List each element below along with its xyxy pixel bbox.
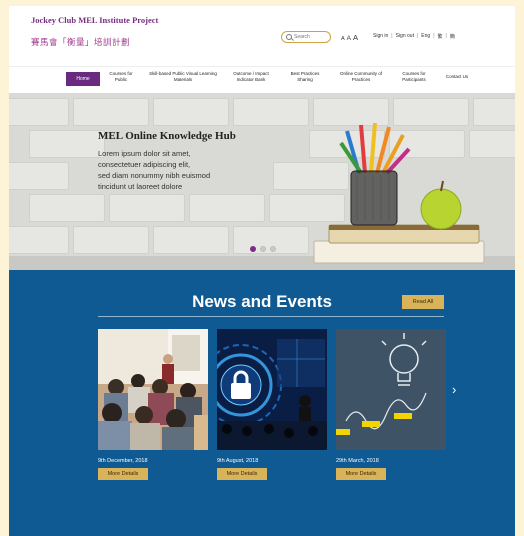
lang-sc-link[interactable]: 簡 xyxy=(450,33,455,40)
slider-dots xyxy=(250,246,276,252)
news-card-image-classroom[interactable] xyxy=(98,329,208,450)
brick xyxy=(233,98,309,126)
hero-body-line: tincidunt ut laoreet dolore xyxy=(98,182,183,191)
brick xyxy=(29,194,105,222)
link-separator: | xyxy=(391,33,393,39)
sign-out-link[interactable]: Sign out xyxy=(396,33,414,40)
logo-chinese[interactable]: 賽馬會「衡量」培訓計劃 xyxy=(31,36,130,48)
slider-dot-1[interactable] xyxy=(250,246,256,252)
nav-item-home[interactable]: Home xyxy=(66,72,100,86)
sign-in-link[interactable]: Sign in xyxy=(373,33,388,40)
more-details-button[interactable]: More Details xyxy=(217,468,267,480)
nav-item-courses-public[interactable]: Courses for Public xyxy=(104,71,138,83)
brick xyxy=(153,226,229,254)
brick xyxy=(109,194,185,222)
nav-item-contact-us[interactable]: Contact Us xyxy=(439,74,475,80)
apple-icon xyxy=(420,180,462,230)
brick xyxy=(9,162,69,190)
pencil-cup-icon xyxy=(339,122,411,226)
news-card[interactable]: 9th August, 2018 More Details xyxy=(217,329,327,480)
brick xyxy=(29,130,105,158)
main-nav: Home Courses for Public Skill-based Publ… xyxy=(9,66,515,94)
news-card-date: 9th December, 2018 xyxy=(98,458,148,464)
news-card[interactable]: 29th March, 2018 More Details xyxy=(336,329,446,480)
slider-dot-2[interactable] xyxy=(260,246,266,252)
news-card[interactable]: 9th December, 2018 More Details xyxy=(98,329,208,480)
hero-text-block: MEL Online Knowledge Hub Lorem ipsum dol… xyxy=(98,130,278,192)
brick xyxy=(9,226,69,254)
hero-body: Lorem ipsum dolor sit amet, consectetuer… xyxy=(98,148,278,192)
next-arrow-icon[interactable]: › xyxy=(452,382,456,397)
font-size-medium[interactable]: A xyxy=(347,35,351,42)
news-card-image-idea[interactable] xyxy=(336,329,446,450)
more-details-button[interactable]: More Details xyxy=(98,468,148,480)
books-icon xyxy=(313,224,485,264)
lang-tc-link[interactable]: 繁 xyxy=(438,33,443,40)
read-all-button[interactable]: Read All xyxy=(402,295,444,309)
brick xyxy=(9,98,69,126)
news-section: News and Events Read All 9th December, 2… xyxy=(9,270,515,536)
font-size-large[interactable]: A xyxy=(353,33,358,42)
news-divider xyxy=(98,316,444,317)
slider-dot-3[interactable] xyxy=(270,246,276,252)
font-size-small[interactable]: A xyxy=(341,36,345,42)
brick xyxy=(73,98,149,126)
nav-item-visual-learning[interactable]: Skill-based Public Visual Learning Mater… xyxy=(147,71,219,83)
link-separator: | xyxy=(416,33,419,39)
header-links: Sign in | Sign out | Eng | 繁 | 簡 xyxy=(373,33,455,40)
link-separator: | xyxy=(433,33,435,39)
hero-title: MEL Online Knowledge Hub xyxy=(98,130,236,142)
hero-body-line: Lorem ipsum dolor sit amet, xyxy=(98,149,191,158)
search-icon[interactable] xyxy=(286,34,292,40)
hero-banner: MEL Online Knowledge Hub Lorem ipsum dol… xyxy=(9,93,515,270)
news-card-date: 9th August, 2018 xyxy=(217,458,259,464)
font-size-controls: A A A xyxy=(341,33,358,42)
more-details-button[interactable]: More Details xyxy=(336,468,386,480)
logo-english[interactable]: Jockey Club MEL Institute Project xyxy=(31,15,158,25)
hero-body-line: consectetuer adipiscing elit, xyxy=(98,160,191,169)
hero-body-line: sed diam nonummy nibh euismod xyxy=(98,171,211,180)
brick xyxy=(73,226,149,254)
desk-illustration xyxy=(313,122,485,264)
news-card-image-security[interactable] xyxy=(217,329,327,450)
lang-eng-link[interactable]: Eng xyxy=(421,33,430,40)
brick xyxy=(189,194,265,222)
search-input[interactable] xyxy=(294,32,330,42)
nav-item-courses-participants[interactable]: Courses for Participants xyxy=(394,71,434,83)
nav-item-best-practices[interactable]: Best Practices Sharing xyxy=(285,71,325,83)
news-card-date: 29th March, 2018 xyxy=(336,458,379,464)
page-frame: Jockey Club MEL Institute Project 賽馬會「衡量… xyxy=(9,6,515,536)
brick xyxy=(153,98,229,126)
link-separator: | xyxy=(445,33,447,39)
search-box[interactable] xyxy=(281,31,331,43)
nav-item-indicator-bank[interactable]: Outcome / Impact Indicator Bank xyxy=(225,71,277,83)
site-header: Jockey Club MEL Institute Project 賽馬會「衡量… xyxy=(9,6,515,62)
nav-item-online-community[interactable]: Online Community of Practices xyxy=(333,71,389,83)
